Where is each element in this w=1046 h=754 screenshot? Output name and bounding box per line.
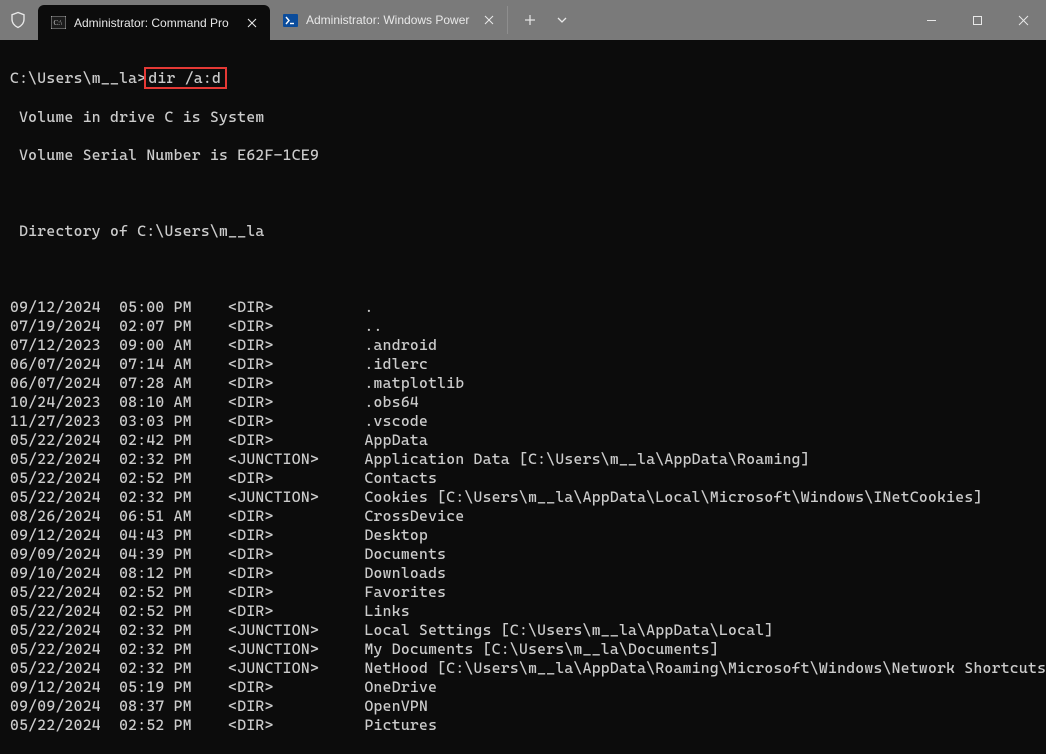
serial-line: Volume Serial Number is E62F-1CE9: [10, 146, 1036, 165]
tab-title: Administrator: Windows Power: [306, 13, 473, 27]
cmd-icon: C:\: [50, 15, 66, 31]
titlebar-drag-area[interactable]: [578, 0, 908, 40]
listing-row: 05/22/2024 02:32 PM <JUNCTION> NetHood […: [10, 659, 1036, 678]
listing-row: 07/19/2024 02:07 PM <DIR> ..: [10, 317, 1036, 336]
listing-row: 06/07/2024 07:14 AM <DIR> .idlerc: [10, 355, 1036, 374]
maximize-button[interactable]: [954, 0, 1000, 40]
tab-dropdown-button[interactable]: [546, 6, 578, 34]
window-controls: [908, 0, 1046, 40]
blank-line: [10, 260, 1036, 279]
listing-row: 09/12/2024 05:19 PM <DIR> OneDrive: [10, 678, 1036, 697]
listing-row: 05/22/2024 02:32 PM <JUNCTION> Applicati…: [10, 450, 1036, 469]
listing-row: 09/09/2024 08:37 PM <DIR> OpenVPN: [10, 697, 1036, 716]
close-window-button[interactable]: [1000, 0, 1046, 40]
tab-powershell[interactable]: Administrator: Windows Power: [270, 6, 508, 34]
listing-row: 05/22/2024 02:32 PM <JUNCTION> My Docume…: [10, 640, 1036, 659]
terminal-output[interactable]: C:\Users\m__la>dir /a:d Volume in drive …: [0, 40, 1046, 754]
listing-row: 05/22/2024 02:52 PM <DIR> Contacts: [10, 469, 1036, 488]
command-highlight: dir /a:d: [144, 67, 227, 89]
volume-line: Volume in drive C is System: [10, 108, 1036, 127]
listing-row: 05/22/2024 02:52 PM <DIR> Pictures: [10, 716, 1036, 735]
listing-row: 05/22/2024 02:32 PM <JUNCTION> Cookies […: [10, 488, 1036, 507]
listing-row: 09/12/2024 04:43 PM <DIR> Desktop: [10, 526, 1036, 545]
listing-row: 06/07/2024 07:28 AM <DIR> .matplotlib: [10, 374, 1036, 393]
listing-row: 05/22/2024 02:32 PM <JUNCTION> Local Set…: [10, 621, 1036, 640]
powershell-icon: [282, 12, 298, 28]
command-text: dir /a:d: [148, 69, 221, 87]
tab-actions: [514, 6, 578, 34]
listing-row: 05/22/2024 02:52 PM <DIR> Links: [10, 602, 1036, 621]
close-icon[interactable]: [481, 12, 497, 28]
listing-row: 10/24/2023 08:10 AM <DIR> .obs64: [10, 393, 1036, 412]
listing-row: 09/12/2024 05:00 PM <DIR> .: [10, 298, 1036, 317]
listing-row: 07/12/2023 09:00 AM <DIR> .android: [10, 336, 1036, 355]
listing-row: 11/27/2023 03:03 PM <DIR> .vscode: [10, 412, 1036, 431]
listing-row: 09/10/2024 08:12 PM <DIR> Downloads: [10, 564, 1036, 583]
tab-cmd[interactable]: C:\ Administrator: Command Pro: [38, 5, 270, 40]
blank-line: [10, 184, 1036, 203]
listing-row: 05/22/2024 02:52 PM <DIR> Favorites: [10, 583, 1036, 602]
new-tab-button[interactable]: [514, 6, 546, 34]
close-icon[interactable]: [244, 15, 260, 31]
titlebar: C:\ Administrator: Command Pro Administr…: [0, 0, 1046, 40]
listing-row: 09/09/2024 04:39 PM <DIR> Documents: [10, 545, 1036, 564]
shield-icon: [0, 0, 36, 40]
svg-text:C:\: C:\: [53, 19, 62, 27]
prompt-path: C:\Users\m__la: [10, 69, 137, 87]
minimize-button[interactable]: [908, 0, 954, 40]
listing-row: 08/26/2024 06:51 AM <DIR> CrossDevice: [10, 507, 1036, 526]
directory-of-line: Directory of C:\Users\m__la: [10, 222, 1036, 241]
tab-title: Administrator: Command Pro: [74, 16, 236, 30]
listing-row: 05/22/2024 02:42 PM <DIR> AppData: [10, 431, 1036, 450]
directory-listing: 09/12/2024 05:00 PM <DIR> .07/19/2024 02…: [10, 298, 1036, 735]
prompt-line: C:\Users\m__la>dir /a:d: [10, 67, 1036, 89]
